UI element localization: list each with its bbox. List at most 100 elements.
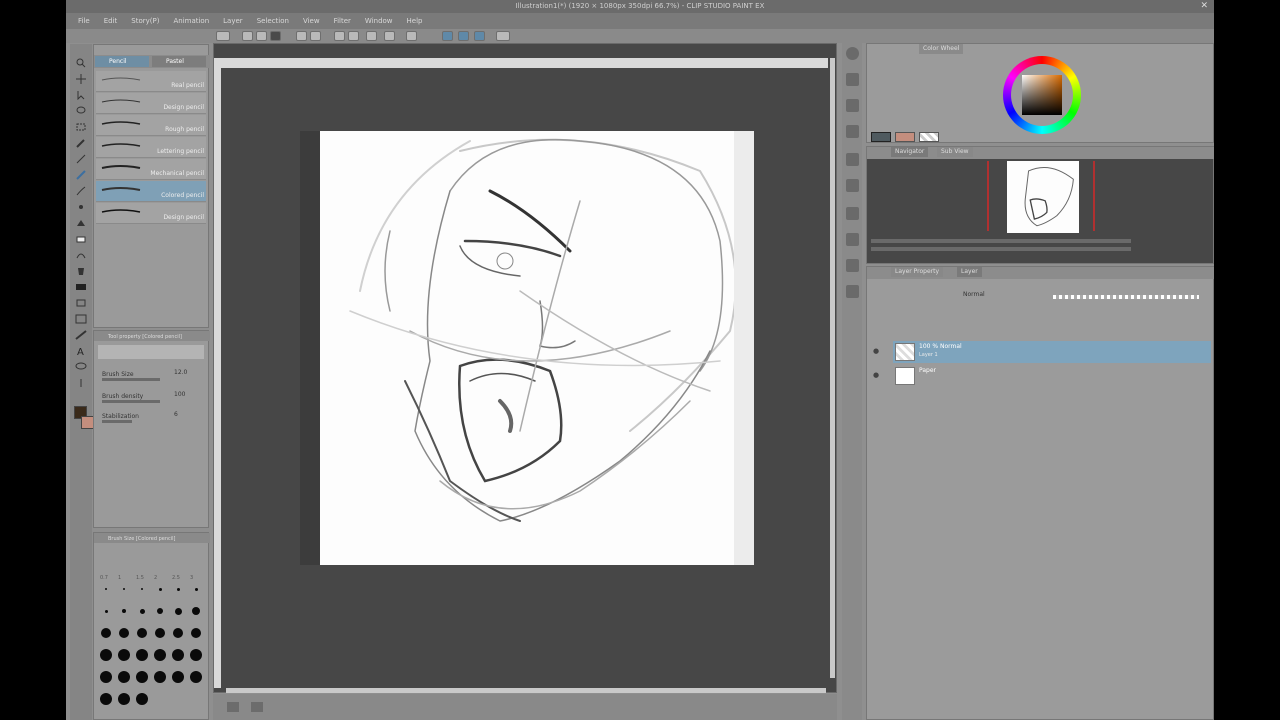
brush-density-value[interactable]: 100 bbox=[174, 391, 185, 398]
brush-item[interactable]: Mechanical pencil bbox=[96, 159, 206, 180]
animation-icon[interactable] bbox=[846, 285, 859, 298]
brush-size-dot[interactable] bbox=[172, 671, 184, 683]
pen-tool-icon[interactable] bbox=[75, 154, 87, 164]
navigator-icon[interactable] bbox=[846, 47, 859, 60]
brush-size-dot[interactable] bbox=[136, 671, 148, 683]
open-icon[interactable] bbox=[256, 31, 267, 41]
visibility-eye-icon[interactable]: ● bbox=[873, 347, 879, 355]
frame-tool-icon[interactable] bbox=[75, 314, 87, 324]
auto-action-icon[interactable] bbox=[846, 179, 859, 192]
opacity-slider[interactable] bbox=[1053, 295, 1199, 299]
gradient-tool-icon[interactable] bbox=[75, 282, 87, 292]
brush-size-dot[interactable] bbox=[192, 607, 200, 615]
brush-density-slider[interactable] bbox=[102, 400, 160, 403]
drawing-canvas[interactable] bbox=[320, 131, 754, 565]
brush-size-dot[interactable] bbox=[190, 649, 202, 661]
quick-access-icon[interactable] bbox=[846, 233, 859, 246]
menu-filter[interactable]: Filter bbox=[334, 17, 351, 25]
deselect-icon[interactable] bbox=[384, 31, 395, 41]
crop-icon[interactable] bbox=[406, 31, 417, 41]
tab-layer[interactable]: Layer bbox=[957, 267, 982, 277]
layer-icon[interactable] bbox=[251, 702, 263, 712]
layer-item[interactable]: ● 100 % Normal Layer 1 bbox=[873, 341, 1211, 363]
tab-sub-view[interactable]: Sub View bbox=[937, 147, 973, 157]
brush-size-dot[interactable] bbox=[119, 628, 129, 638]
navigator-preview[interactable] bbox=[1007, 161, 1079, 233]
layer-item[interactable]: ● Paper bbox=[873, 365, 1211, 387]
brush-item[interactable]: Rough pencil bbox=[96, 115, 206, 136]
brush-item[interactable]: Design pencil bbox=[96, 93, 206, 114]
operation-tool-icon[interactable] bbox=[75, 90, 87, 101]
sub-color-chip[interactable] bbox=[895, 132, 915, 142]
pencil-tool-icon[interactable] bbox=[75, 170, 87, 180]
zoom-slider[interactable] bbox=[871, 239, 1131, 243]
brush-size-dot[interactable] bbox=[136, 693, 148, 705]
brush-size-dot[interactable] bbox=[100, 671, 112, 683]
tab-layer-property[interactable]: Layer Property bbox=[891, 267, 944, 277]
brush-size-dot[interactable] bbox=[174, 607, 182, 615]
settings-icon[interactable] bbox=[496, 31, 510, 41]
brush-size-dot[interactable] bbox=[137, 628, 147, 638]
figure-tool-icon[interactable] bbox=[75, 298, 87, 308]
brush-size-dot[interactable] bbox=[100, 693, 112, 705]
rotate-slider[interactable] bbox=[871, 247, 1131, 251]
clear-icon[interactable] bbox=[334, 31, 345, 41]
brush-size-dot[interactable] bbox=[158, 587, 162, 591]
brush-size-dot[interactable] bbox=[122, 609, 126, 613]
blend-mode-select[interactable]: Normal bbox=[963, 291, 985, 298]
brush-item[interactable]: Lettering pencil bbox=[96, 137, 206, 158]
menu-window[interactable]: Window bbox=[365, 17, 393, 25]
brush-size-dot[interactable] bbox=[155, 628, 165, 638]
blend-tool-icon[interactable] bbox=[75, 250, 87, 260]
saturation-value-square[interactable] bbox=[1022, 75, 1062, 115]
ruler-tool-icon[interactable] bbox=[75, 330, 87, 340]
brush-size-dot[interactable] bbox=[139, 608, 145, 614]
visibility-eye-icon[interactable]: ● bbox=[873, 371, 879, 379]
menu-edit[interactable]: Edit bbox=[104, 17, 118, 25]
brush-item-selected[interactable]: Colored pencil bbox=[96, 181, 206, 202]
main-color-chip[interactable] bbox=[871, 132, 891, 142]
clip-studio-icon[interactable] bbox=[216, 31, 230, 41]
lasso-tool-icon[interactable] bbox=[75, 106, 87, 116]
brush-size-dot[interactable] bbox=[154, 671, 166, 683]
brush-size-dot[interactable] bbox=[100, 649, 112, 661]
tab-navigator[interactable]: Navigator bbox=[891, 147, 929, 157]
stabilization-value[interactable]: 6 bbox=[174, 411, 178, 418]
new-icon[interactable] bbox=[242, 31, 253, 41]
move-tool-icon[interactable] bbox=[75, 74, 87, 84]
brush-size-dot[interactable] bbox=[141, 588, 143, 590]
brush-size-dot[interactable] bbox=[191, 628, 201, 638]
correct-line-tool-icon[interactable] bbox=[75, 378, 87, 388]
brush-size-dot[interactable] bbox=[154, 649, 166, 661]
menu-view[interactable]: View bbox=[303, 17, 320, 25]
brush-size-dot[interactable] bbox=[101, 628, 111, 638]
stabilization-slider[interactable] bbox=[102, 420, 132, 423]
menu-layer[interactable]: Layer bbox=[223, 17, 243, 25]
brush-size-dot[interactable] bbox=[136, 649, 148, 661]
fill-icon[interactable] bbox=[348, 31, 359, 41]
color-wheel-tab[interactable]: Color Wheel bbox=[919, 44, 964, 54]
brush-tool-icon[interactable] bbox=[75, 186, 87, 196]
tab-pastel[interactable]: Pastel bbox=[152, 56, 206, 67]
menu-story[interactable]: Story(P) bbox=[131, 17, 159, 25]
sub-view-icon[interactable] bbox=[846, 73, 859, 86]
snap-grid-icon[interactable] bbox=[458, 31, 469, 41]
search-layer-icon[interactable] bbox=[846, 125, 859, 138]
select-tool-icon[interactable] bbox=[75, 122, 87, 132]
layer-property-icon[interactable] bbox=[846, 259, 859, 272]
brush-size-dot[interactable] bbox=[104, 609, 108, 613]
timeline-icon[interactable] bbox=[227, 702, 239, 712]
eyedropper-tool-icon[interactable] bbox=[75, 138, 87, 148]
brush-size-row[interactable]: Brush Size 12.0 bbox=[102, 369, 206, 387]
menu-help[interactable]: Help bbox=[407, 17, 423, 25]
brush-size-value[interactable]: 12.0 bbox=[174, 369, 187, 376]
brush-size-dot[interactable] bbox=[190, 671, 202, 683]
horizontal-scrollbar[interactable] bbox=[226, 688, 826, 693]
brush-size-dot[interactable] bbox=[194, 587, 198, 591]
brush-size-dot[interactable] bbox=[105, 588, 107, 590]
brush-size-dot[interactable] bbox=[118, 693, 130, 705]
save-icon[interactable] bbox=[270, 31, 281, 41]
undo-icon[interactable] bbox=[296, 31, 307, 41]
fill-tool-icon[interactable] bbox=[75, 266, 87, 276]
transform-icon[interactable] bbox=[366, 31, 377, 41]
